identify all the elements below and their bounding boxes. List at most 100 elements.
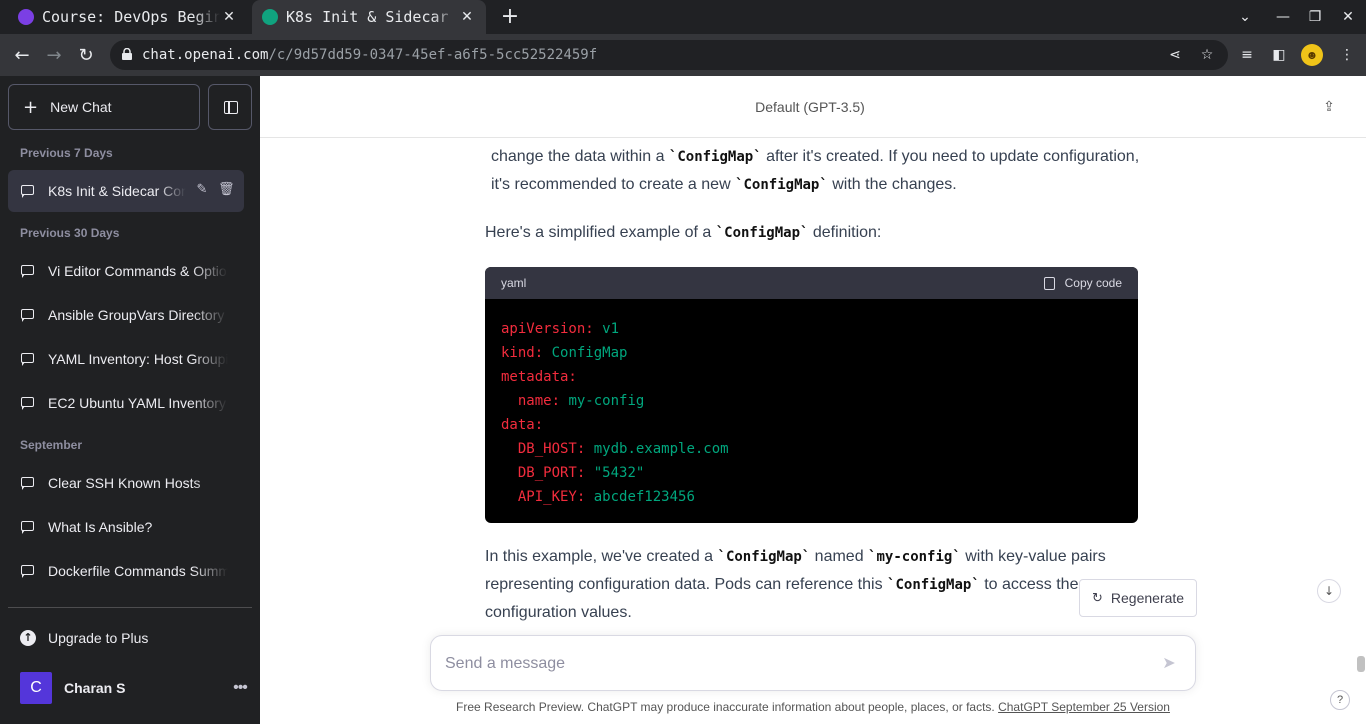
avatar: C bbox=[20, 672, 52, 704]
url-text: chat.openai.com/c/9d57dd59-0347-45ef-a6f… bbox=[142, 47, 598, 63]
chat-item-label: Dockerfile Commands Summary bbox=[48, 563, 228, 579]
user-name: Charan S bbox=[64, 680, 126, 696]
openai-favicon-icon bbox=[262, 9, 278, 25]
chat-item-label: What Is Ansible? bbox=[48, 519, 153, 535]
code-line: apiVersion: v1 bbox=[501, 321, 620, 337]
reload-icon[interactable]: ↻ bbox=[73, 43, 99, 69]
code-line: metadata: bbox=[501, 369, 577, 385]
star-icon[interactable]: ☆ bbox=[1198, 46, 1216, 64]
code-block: yaml Copy code apiVersion: v1 kind: Confi… bbox=[485, 267, 1138, 523]
browser-tab-bar: Course: DevOps Beginners ✕ K8s Init & Si… bbox=[0, 0, 1366, 34]
minimize-icon[interactable]: — bbox=[1267, 0, 1299, 34]
share-chat-icon[interactable]: ⇪ bbox=[1320, 98, 1338, 116]
chat-bubble-icon bbox=[20, 308, 36, 322]
upgrade-to-plus-button[interactable]: ↑ Upgrade to Plus bbox=[8, 618, 252, 658]
code-line: DB_HOST: mydb.example.com bbox=[517, 441, 729, 457]
message-paragraph: In this example, we've created a `Config… bbox=[485, 548, 1106, 621]
chat-item-label: Clear SSH Known Hosts bbox=[48, 475, 201, 491]
sidebar: + New Chat Previous 7 Days K8s Init & Si… bbox=[0, 76, 260, 724]
new-chat-button[interactable]: + New Chat bbox=[8, 84, 200, 130]
help-button[interactable]: ? bbox=[1330, 690, 1350, 710]
code-line: data: bbox=[501, 417, 544, 433]
disclaimer-footer: Free Research Preview. ChatGPT may produ… bbox=[456, 700, 1170, 714]
chat-bubble-icon bbox=[20, 520, 36, 534]
chat-bubble-icon bbox=[20, 184, 36, 198]
chat-bubble-icon bbox=[20, 564, 36, 578]
scroll-down-icon[interactable]: ↓ bbox=[1317, 579, 1341, 603]
trash-icon[interactable]: 🗑 bbox=[218, 182, 235, 198]
more-menu-icon[interactable]: ⋮ bbox=[1337, 45, 1357, 65]
send-icon[interactable]: ➤ bbox=[1159, 653, 1179, 673]
browser-toolbar: ← → ↻ chat.openai.com/c/9d57dd59-0347-45… bbox=[0, 34, 1366, 76]
refresh-icon: ↻ bbox=[1092, 590, 1103, 606]
message-paragraph: Here's a simplified example of a `Config… bbox=[485, 224, 882, 241]
maximize-icon[interactable]: ❐ bbox=[1299, 0, 1331, 34]
main-panel: Default (GPT-3.5) ⇪ change the data with… bbox=[260, 76, 1366, 724]
model-label: Default (GPT-3.5) bbox=[755, 99, 865, 115]
address-bar[interactable]: chat.openai.com/c/9d57dd59-0347-45ef-a6f… bbox=[110, 40, 1228, 70]
chat-item-label: Vi Editor Commands & Options bbox=[48, 263, 228, 279]
chat-item-ec2-ubuntu[interactable]: EC2 Ubuntu YAML Inventory bbox=[8, 382, 244, 424]
chevron-down-icon[interactable]: ⌄ bbox=[1229, 0, 1261, 34]
close-icon[interactable]: ✕ bbox=[458, 9, 476, 25]
chat-item-k8s-init-sidecar[interactable]: K8s Init & Sidecar Containers ✎ 🗑 bbox=[8, 170, 244, 212]
message-input-box: ➤ bbox=[430, 635, 1196, 691]
chat-item-what-is-ansible[interactable]: What Is Ansible? bbox=[8, 506, 244, 548]
chat-bubble-icon bbox=[20, 264, 36, 278]
edit-icon[interactable]: ✎ bbox=[194, 182, 210, 198]
new-tab-icon[interactable]: + bbox=[498, 4, 522, 30]
chat-item-label: EC2 Ubuntu YAML Inventory bbox=[48, 395, 226, 411]
code-line: kind: ConfigMap bbox=[501, 345, 628, 361]
code-line: API_KEY: abcdef123456 bbox=[517, 489, 695, 505]
chat-item-label: K8s Init & Sidecar Containers bbox=[48, 183, 186, 199]
profile-avatar[interactable]: ☻ bbox=[1301, 44, 1323, 66]
code-content: apiVersion: v1 kind: ConfigMap metadata: n… bbox=[485, 299, 1138, 523]
chat-bubble-icon bbox=[20, 396, 36, 410]
code-line: DB_PORT: "5432" bbox=[517, 465, 645, 481]
chat-header: Default (GPT-3.5) ⇪ bbox=[260, 76, 1366, 138]
section-label: September bbox=[20, 438, 83, 452]
window-close-icon[interactable]: ✕ bbox=[1332, 0, 1364, 34]
chat-item-label: Ansible GroupVars Directory bbox=[48, 307, 225, 323]
chat-bubble-icon bbox=[20, 476, 36, 490]
new-chat-label: New Chat bbox=[50, 99, 112, 115]
chat-item-yaml-inventory[interactable]: YAML Inventory: Host Grouping bbox=[8, 338, 244, 380]
message-input[interactable] bbox=[445, 652, 1135, 676]
chat-item-clear-ssh[interactable]: Clear SSH Known Hosts bbox=[8, 462, 244, 504]
media-icon[interactable]: ≡ bbox=[1237, 45, 1257, 65]
clipboard-icon bbox=[1043, 276, 1055, 290]
copy-code-button[interactable]: Copy code bbox=[1043, 276, 1122, 290]
share-icon[interactable]: ⋖ bbox=[1166, 46, 1184, 64]
section-label: Previous 30 Days bbox=[20, 226, 120, 240]
tab-title: Course: DevOps Beginners bbox=[42, 8, 220, 26]
upgrade-label: Upgrade to Plus bbox=[48, 630, 149, 646]
code-language-label: yaml bbox=[501, 276, 527, 290]
chat-item-ansible-groupvars[interactable]: Ansible GroupVars Directory bbox=[8, 294, 244, 336]
plus-icon: + bbox=[23, 96, 39, 118]
lock-icon bbox=[122, 48, 132, 60]
regenerate-button[interactable]: ↻ Regenerate bbox=[1079, 579, 1197, 617]
browser-tab-chat[interactable]: K8s Init & Sidecar Containers ✕ bbox=[252, 0, 486, 34]
chat-item-dockerfile[interactable]: Dockerfile Commands Summary bbox=[8, 550, 244, 592]
sidebar-divider bbox=[8, 607, 252, 608]
more-options-icon[interactable]: ••• bbox=[228, 679, 252, 697]
course-favicon-icon bbox=[18, 9, 34, 25]
code-line: name: my-config bbox=[517, 393, 645, 409]
browser-tab-course[interactable]: Course: DevOps Beginners ✕ bbox=[8, 0, 248, 34]
upgrade-icon: ↑ bbox=[20, 630, 36, 646]
user-menu-button[interactable]: C Charan S ••• bbox=[8, 668, 252, 708]
tab-title: K8s Init & Sidecar Containers bbox=[286, 8, 458, 26]
scrollbar-thumb[interactable] bbox=[1357, 656, 1365, 672]
section-label: Previous 7 Days bbox=[20, 146, 113, 160]
message-paragraph: change the data within a `ConfigMap` aft… bbox=[491, 148, 1140, 193]
toggle-sidebar-button[interactable] bbox=[208, 84, 252, 130]
chat-item-vi-editor[interactable]: Vi Editor Commands & Options bbox=[8, 250, 244, 292]
code-block-header: yaml Copy code bbox=[485, 267, 1138, 299]
chat-bubble-icon bbox=[20, 352, 36, 366]
version-link[interactable]: ChatGPT September 25 Version bbox=[998, 700, 1170, 714]
close-icon[interactable]: ✕ bbox=[220, 9, 238, 25]
back-arrow-icon[interactable]: ← bbox=[9, 43, 35, 69]
side-panel-icon[interactable]: ◧ bbox=[1269, 45, 1289, 65]
sidebar-toggle-icon bbox=[224, 101, 238, 114]
forward-arrow-icon[interactable]: → bbox=[41, 43, 67, 69]
